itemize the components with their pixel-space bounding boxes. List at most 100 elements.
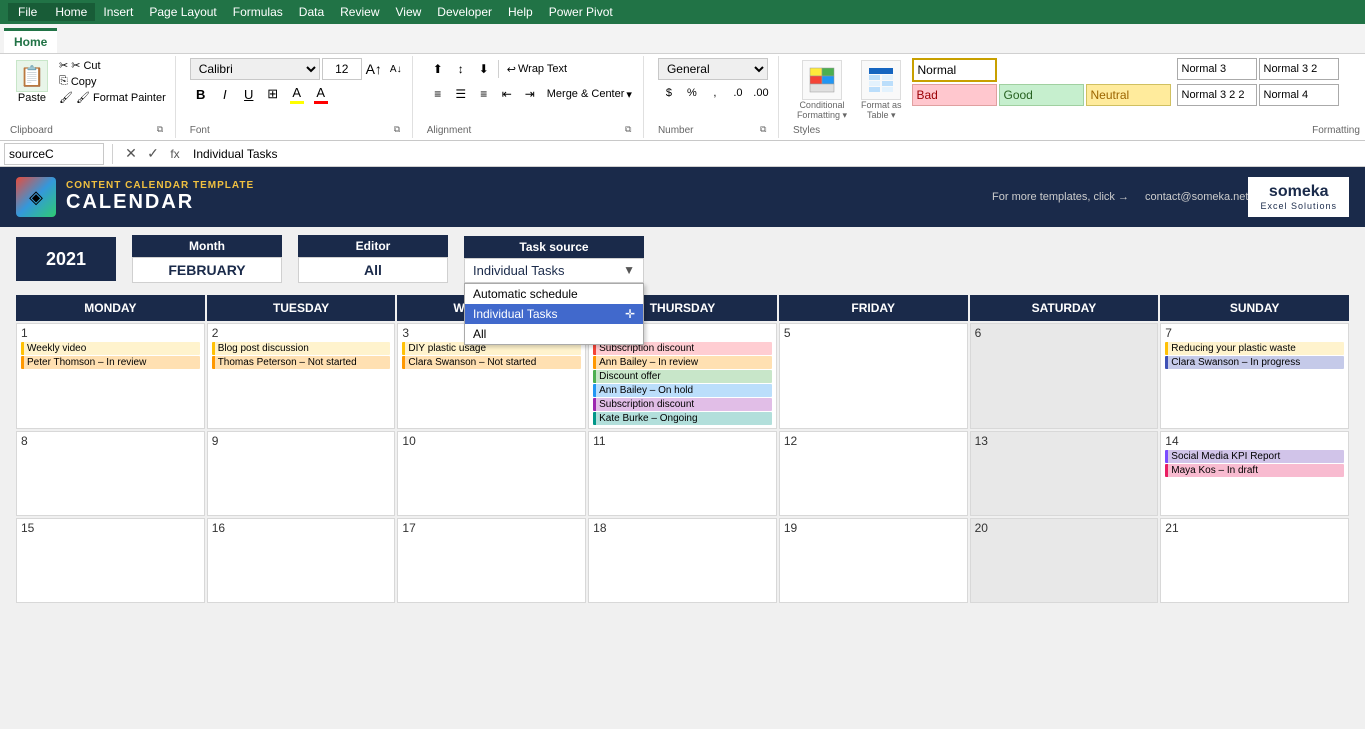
cell-mon-15[interactable]: 15 bbox=[16, 518, 205, 603]
cell-thu-18[interactable]: 18 bbox=[588, 518, 777, 603]
font-expand-icon[interactable]: ⧉ bbox=[394, 124, 406, 136]
paste-button[interactable]: 📋 Paste bbox=[10, 58, 54, 106]
menu-home[interactable]: Home bbox=[47, 3, 95, 21]
year-button[interactable]: 2021 bbox=[16, 237, 116, 281]
cell-wed-10[interactable]: 10 bbox=[397, 431, 586, 516]
normal32-style[interactable]: Normal 3 2 bbox=[1259, 58, 1339, 80]
cancel-formula-button[interactable]: ✕ bbox=[121, 144, 141, 164]
align-bottom-button[interactable]: ⬇ bbox=[473, 58, 495, 80]
decrease-font-button[interactable]: A↓ bbox=[386, 59, 406, 79]
task-source-dropdown[interactable]: Individual Tasks ▼ bbox=[464, 258, 644, 283]
cell-mon-1[interactable]: 1 Weekly video Peter Thomson – In review bbox=[16, 323, 205, 429]
event-maya-kos: Maya Kos – In draft bbox=[1165, 464, 1344, 477]
increase-font-button[interactable]: A↑ bbox=[364, 59, 384, 79]
font-color-button[interactable]: A bbox=[310, 83, 332, 105]
menu-review[interactable]: Review bbox=[332, 3, 387, 21]
cell-fri-12[interactable]: 12 bbox=[779, 431, 968, 516]
cell-sat-6[interactable]: 6 bbox=[970, 323, 1159, 429]
menu-developer[interactable]: Developer bbox=[429, 3, 500, 21]
cell-sat-13[interactable]: 13 bbox=[970, 431, 1159, 516]
event-clara-swanson-wed: Clara Swanson – Not started bbox=[402, 356, 581, 369]
menu-help[interactable]: Help bbox=[500, 3, 541, 21]
neutral-style[interactable]: Neutral bbox=[1086, 84, 1171, 106]
paste-icon: 📋 bbox=[16, 60, 48, 92]
dropdown-option-auto[interactable]: Automatic schedule bbox=[465, 284, 643, 304]
cell-mon-8[interactable]: 8 bbox=[16, 431, 205, 516]
conditional-formatting-button[interactable]: ConditionalFormatting ▾ bbox=[793, 58, 851, 123]
cell-tue-16[interactable]: 16 bbox=[207, 518, 396, 603]
align-center-button[interactable]: ☰ bbox=[450, 83, 472, 105]
cell-tue-2[interactable]: 2 Blog post discussion Thomas Peterson –… bbox=[207, 323, 396, 429]
merge-center-button[interactable]: Merge & Center ▾ bbox=[542, 85, 637, 104]
date-20: 20 bbox=[975, 521, 1154, 535]
format-as-table-button[interactable]: Format asTable ▾ bbox=[857, 58, 906, 123]
increase-decimal-button[interactable]: .00 bbox=[750, 83, 772, 103]
cell-sun-14[interactable]: 14 Social Media KPI Report Maya Kos – In… bbox=[1160, 431, 1349, 516]
cell-thu-11[interactable]: 11 bbox=[588, 431, 777, 516]
template-link[interactable]: For more templates, click → bbox=[992, 191, 1129, 203]
bold-button[interactable]: B bbox=[190, 83, 212, 105]
fill-color-button[interactable]: A bbox=[286, 83, 308, 105]
align-top-button[interactable]: ⬆ bbox=[427, 58, 449, 80]
font-size-input[interactable] bbox=[322, 58, 362, 80]
normal322-style[interactable]: Normal 3 2 2 bbox=[1177, 84, 1257, 106]
cell-fri-19[interactable]: 19 bbox=[779, 518, 968, 603]
cell-sun-21[interactable]: 21 bbox=[1160, 518, 1349, 603]
menu-formulas[interactable]: Formulas bbox=[225, 3, 291, 21]
someka-logo[interactable]: someka Excel Solutions bbox=[1248, 177, 1349, 217]
format-painter-icon: 🖌 bbox=[59, 91, 73, 104]
increase-indent-button[interactable]: ⇥ bbox=[519, 83, 541, 105]
merge-dropdown-icon[interactable]: ▾ bbox=[626, 88, 632, 101]
cell-tue-9[interactable]: 9 bbox=[207, 431, 396, 516]
date-11: 11 bbox=[593, 434, 772, 448]
decrease-indent-button[interactable]: ⇤ bbox=[496, 83, 518, 105]
menu-page-layout[interactable]: Page Layout bbox=[141, 3, 224, 21]
normal4-style[interactable]: Normal 4 bbox=[1259, 84, 1339, 106]
format-as-table-label: Format asTable ▾ bbox=[861, 100, 902, 121]
editor-label: Editor bbox=[298, 235, 448, 257]
decrease-decimal-button[interactable]: .0 bbox=[727, 83, 749, 103]
normal3-style[interactable]: Normal 3 bbox=[1177, 58, 1257, 80]
cell-sat-20[interactable]: 20 bbox=[970, 518, 1159, 603]
underline-button[interactable]: U bbox=[238, 83, 260, 105]
wrap-text-button[interactable]: ↩ Wrap Text bbox=[502, 60, 572, 79]
align-right-button[interactable]: ≡ bbox=[473, 83, 495, 105]
someka-sub: Excel Solutions bbox=[1260, 201, 1337, 211]
cell-wed-17[interactable]: 17 bbox=[397, 518, 586, 603]
cell-sun-7[interactable]: 7 Reducing your plastic waste Clara Swan… bbox=[1160, 323, 1349, 429]
menu-file[interactable]: File bbox=[8, 3, 47, 21]
bad-style[interactable]: Bad bbox=[912, 84, 997, 106]
menu-data[interactable]: Data bbox=[291, 3, 332, 21]
menu-insert[interactable]: Insert bbox=[95, 3, 141, 21]
font-name-select[interactable]: Calibri bbox=[190, 58, 320, 80]
cell-fri-5[interactable]: 5 bbox=[779, 323, 968, 429]
good-style[interactable]: Good bbox=[999, 84, 1084, 106]
number-format-select[interactable]: General bbox=[658, 58, 768, 80]
align-left-button[interactable]: ≡ bbox=[427, 83, 449, 105]
menu-view[interactable]: View bbox=[388, 3, 430, 21]
menu-power-pivot[interactable]: Power Pivot bbox=[541, 3, 621, 21]
italic-button[interactable]: I bbox=[214, 83, 236, 105]
tab-home[interactable]: Home bbox=[4, 28, 57, 53]
insert-function-button[interactable]: fx bbox=[165, 144, 185, 164]
ribbon-content: 📋 Paste ✂ ✂ Cut ⎘ Copy 🖌 🖌 Format Painte… bbox=[0, 54, 1365, 141]
border-button[interactable]: ⊞ bbox=[262, 83, 284, 105]
currency-button[interactable]: $ bbox=[658, 83, 680, 103]
percent-button[interactable]: % bbox=[681, 83, 703, 103]
name-box-input[interactable] bbox=[4, 143, 104, 165]
normal-style-input[interactable] bbox=[912, 58, 997, 82]
dropdown-option-all[interactable]: All bbox=[465, 324, 643, 344]
alignment-expand-icon[interactable]: ⧉ bbox=[625, 124, 637, 136]
number-expand-icon[interactable]: ⧉ bbox=[760, 124, 772, 136]
cut-button[interactable]: ✂ ✂ Cut bbox=[56, 58, 169, 73]
group-font: Calibri A↑ A↓ B I U ⊞ A bbox=[184, 56, 413, 138]
dropdown-option-individual[interactable]: Individual Tasks ✛ bbox=[465, 304, 643, 324]
copy-button[interactable]: ⎘ Copy bbox=[56, 74, 169, 89]
confirm-formula-button[interactable]: ✓ bbox=[143, 144, 163, 164]
align-middle-button[interactable]: ↕ bbox=[450, 58, 472, 80]
clipboard-expand-icon[interactable]: ⧉ bbox=[157, 124, 169, 136]
group-styles: ConditionalFormatting ▾ Format asTable bbox=[787, 56, 1365, 138]
comma-button[interactable]: , bbox=[704, 83, 726, 103]
format-painter-button[interactable]: 🖌 🖌 Format Painter bbox=[56, 90, 169, 105]
formula-input[interactable] bbox=[189, 143, 1361, 165]
